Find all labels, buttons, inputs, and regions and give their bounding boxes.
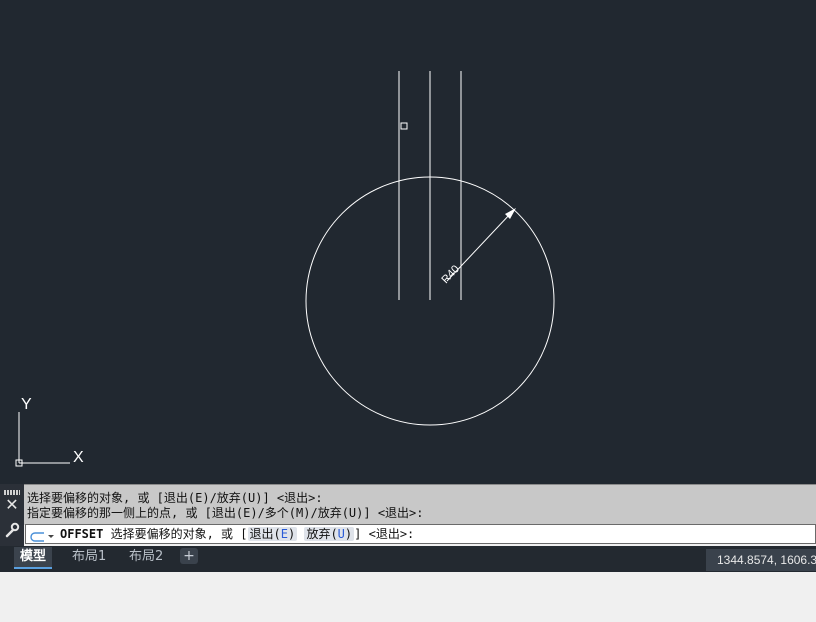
tab-model[interactable]: 模型	[14, 547, 53, 569]
radius-dimension-label: R40	[439, 263, 462, 286]
command-line-text: OFFSET 选择要偏移的对象, 或 [退出(E) 放弃(U)] <退出>:	[60, 527, 414, 542]
add-layout-button[interactable]: +	[180, 548, 198, 564]
tab-layout2[interactable]: 布局2	[123, 547, 169, 567]
tab-layout1[interactable]: 布局1	[66, 547, 112, 567]
wrench-icon[interactable]	[4, 522, 20, 538]
history-line-2: 指定要偏移的那一侧上的点, 或 [退出(E)/多个(M)/放弃(U)] <退出>…	[27, 506, 424, 520]
command-history: 选择要偏移的对象, 或 [退出(E)/放弃(U)] <退出>: 指定要偏移的那一…	[0, 484, 816, 525]
option-undo[interactable]: 放弃(U)	[304, 527, 355, 541]
drawing-canvas[interactable]: R40 Y X	[0, 0, 816, 484]
command-suffix: ] <退出>:	[354, 527, 415, 541]
option-exit-label: 退出(	[249, 527, 281, 541]
option-undo-close: )	[344, 527, 353, 541]
command-name: OFFSET	[60, 527, 104, 541]
ucs-x-label: X	[73, 449, 84, 466]
model-space-drawing[interactable]: R40 Y X	[0, 0, 816, 484]
option-exit[interactable]: 退出(E)	[247, 527, 298, 541]
command-prompt: 选择要偏移的对象, 或 [	[110, 527, 248, 541]
command-prompt-icon[interactable]	[30, 528, 56, 542]
ucs-icon	[15, 412, 70, 467]
pickbox-cursor	[400, 122, 408, 130]
ucs-y-label: Y	[21, 396, 32, 413]
option-undo-label: 放弃(	[306, 527, 338, 541]
option-undo-key: U	[337, 527, 345, 541]
command-input[interactable]: OFFSET 选择要偏移的对象, 或 [退出(E) 放弃(U)] <退出>:	[25, 524, 816, 544]
empty-area	[0, 572, 816, 622]
close-icon[interactable]: ✕	[4, 497, 20, 513]
option-exit-close: )	[287, 527, 296, 541]
history-line-1: 选择要偏移的对象, 或 [退出(E)/放弃(U)] <退出>:	[27, 491, 323, 505]
option-exit-key: E	[280, 527, 288, 541]
coordinate-readout[interactable]: 1344.8574, 1606.3	[706, 549, 816, 571]
layout-tab-bar: 模型 布局1 布局2 + 1344.8574, 1606.3	[0, 546, 816, 572]
